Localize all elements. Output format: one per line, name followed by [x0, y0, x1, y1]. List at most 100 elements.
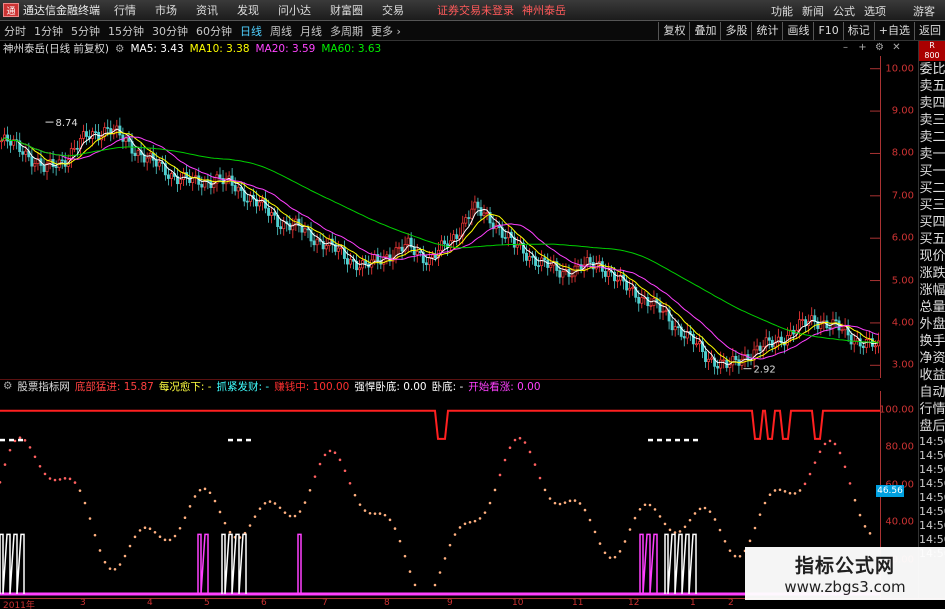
candle-body [697, 341, 701, 345]
close-icon[interactable]: ✕ [890, 42, 903, 54]
ma-line-10 [1, 131, 879, 364]
menu-ask[interactable]: 问小达 [278, 2, 311, 18]
oscillator-dot [133, 535, 137, 539]
period-button[interactable]: 多周期 [326, 23, 367, 39]
side-panel-item[interactable]: 净资 [919, 350, 945, 367]
tool-watchlist[interactable]: +自选 [873, 22, 914, 40]
side-panel-item[interactable]: 外盘 [919, 316, 945, 333]
period-button[interactable]: 月线 [296, 23, 326, 39]
menu-formula[interactable]: 公式 [833, 3, 855, 19]
oscillator-dot [33, 455, 37, 459]
zoom-out-icon[interactable]: – [839, 42, 852, 54]
date-tick-label: 1 [690, 598, 696, 608]
side-panel-item[interactable]: 涨幅 [919, 282, 945, 299]
oscillator-dot [483, 511, 487, 514]
menu-options[interactable]: 选项 [864, 3, 886, 19]
oscillator-dot [388, 518, 392, 522]
signal-spike [664, 533, 697, 595]
candle-body [358, 267, 362, 271]
oscillator-dot [288, 514, 292, 518]
tool-draw[interactable]: 画线 [782, 22, 813, 40]
price-axis: 10.00 9.00 8.00 7.00 6.00 5.00 4.00 3.00 [880, 56, 918, 378]
oscillator-dot [103, 560, 107, 564]
candle-body [734, 355, 738, 361]
oscillator-dot [783, 490, 787, 493]
oscillator-dot [853, 498, 857, 502]
signal-spike [0, 533, 25, 595]
price-chart[interactable]: 8.74 2.92 [0, 56, 880, 378]
quote-side-panel: R 800 委比 卖五 卖四 卖三 卖二 卖一 买一 买二 买三 买四 买五 现价 涨跌 涨幅 总量 外盘 换手净… [918, 41, 945, 598]
candle-body [570, 275, 574, 278]
menu-trade[interactable]: 交易 [382, 2, 404, 18]
side-panel-item[interactable]: 涨跌 [919, 265, 945, 282]
oscillator-dot [333, 451, 337, 455]
side-panel-item[interactable]: 行情 [919, 401, 945, 418]
menu-markets[interactable]: 市场 [155, 2, 177, 18]
side-panel-item[interactable]: 卖二 [919, 129, 945, 146]
period-button-daily[interactable]: 日线 [236, 23, 266, 39]
side-panel-item[interactable]: 卖一 [919, 146, 945, 163]
login-notice[interactable]: 证券交易未登录 [437, 2, 514, 18]
stock-title: 神州泰岳(日线 前复权) [3, 43, 110, 55]
period-button[interactable]: 60分钟 [192, 23, 236, 39]
side-panel-item[interactable]: 现价 [919, 248, 945, 265]
menu-function[interactable]: 功能 [771, 3, 793, 19]
date-tick-label: 7 [322, 598, 328, 608]
menu-wealth[interactable]: 财富圈 [330, 2, 363, 18]
period-button-more[interactable]: 更多 › [367, 23, 405, 39]
side-panel-item[interactable]: 买四 [919, 214, 945, 231]
tool-mark[interactable]: 标记 [842, 22, 874, 40]
menu-news[interactable]: 资讯 [196, 2, 218, 18]
zoom-in-icon[interactable]: + [856, 42, 869, 54]
side-panel-item[interactable]: 买五 [919, 231, 945, 248]
candle-body [694, 343, 698, 346]
side-panel-item[interactable]: 总量 [919, 299, 945, 316]
side-panel-item[interactable]: 收益 [919, 367, 945, 384]
oscillator-dot [98, 549, 102, 552]
tool-f10[interactable]: F10 [813, 22, 842, 40]
date-tick-label: 6 [261, 598, 267, 608]
side-panel-item[interactable]: 买一 [919, 163, 945, 180]
side-panel-item[interactable]: 盘后 [919, 418, 945, 435]
settings-icon[interactable]: ⚙ [115, 43, 124, 55]
period-button[interactable]: 1分钟 [30, 23, 67, 39]
settings-icon[interactable]: ⚙ [3, 380, 12, 392]
tool-adjust[interactable]: 复权 [658, 22, 689, 40]
side-panel-item[interactable]: 委比 [919, 61, 945, 78]
side-panel-item[interactable]: 自动 [919, 384, 945, 401]
tool-back[interactable]: 返回 [914, 22, 945, 40]
side-panel-item[interactable]: 卖五 [919, 78, 945, 95]
menu-market[interactable]: 行情 [114, 2, 136, 18]
candle-body [157, 161, 161, 167]
period-button[interactable]: 周线 [266, 23, 296, 39]
period-button[interactable]: 分时 [0, 23, 30, 39]
side-panel-item[interactable]: 卖三 [919, 112, 945, 129]
menu-news-right[interactable]: 新闻 [802, 3, 824, 19]
guest-label[interactable]: 游客 [913, 3, 935, 19]
tool-overlay[interactable]: 叠加 [689, 22, 720, 40]
candle-body [473, 201, 477, 210]
settings-icon[interactable]: ⚙ [873, 42, 886, 54]
stock-link[interactable]: 神州泰岳 [522, 2, 566, 18]
period-button[interactable]: 5分钟 [67, 23, 104, 39]
oscillator-dot [158, 535, 162, 538]
side-panel-item[interactable]: 换手 [919, 333, 945, 350]
date-tick-label: 2011年 [3, 601, 35, 609]
side-panel-time: 14:50 [919, 477, 945, 490]
tool-multi[interactable]: 多股 [720, 22, 751, 40]
side-panel-item[interactable]: 买三 [919, 197, 945, 214]
oscillator-dot [253, 515, 257, 518]
period-button[interactable]: 30分钟 [148, 23, 192, 39]
signal-dash [228, 438, 233, 442]
date-tick-label: 12 [628, 598, 640, 608]
oscillator-dot [308, 488, 312, 492]
tool-stats[interactable]: 统计 [751, 22, 782, 40]
side-panel-item[interactable]: 卖四 [919, 95, 945, 112]
candle-body [585, 257, 589, 266]
candle-body [479, 207, 483, 216]
side-panel-item[interactable]: 买二 [919, 180, 945, 197]
menu-discover[interactable]: 发现 [237, 2, 259, 18]
candle-body [179, 179, 183, 185]
price-tick-label: 3.00 [891, 359, 914, 371]
period-button[interactable]: 15分钟 [104, 23, 148, 39]
